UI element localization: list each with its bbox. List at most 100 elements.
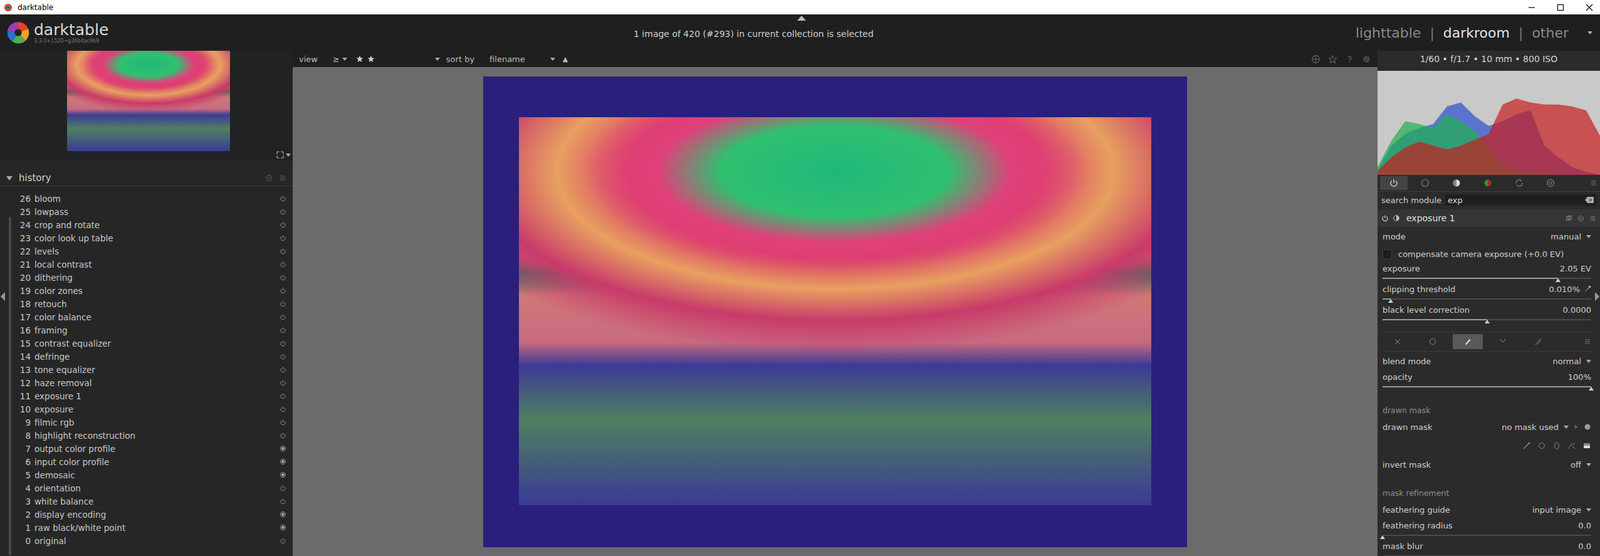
checkbox-box[interactable] bbox=[1382, 249, 1392, 259]
history-item[interactable]: 19color zones bbox=[11, 283, 293, 298]
history-item[interactable]: 0original bbox=[11, 533, 293, 548]
history-item[interactable]: 23color look up table bbox=[11, 231, 293, 245]
slider[interactable]: feathering radius0.0 bbox=[1382, 518, 1592, 540]
instance-icon[interactable] bbox=[1565, 214, 1573, 222]
sort-order[interactable]: ▲ bbox=[562, 55, 568, 64]
expand-icon[interactable] bbox=[6, 176, 13, 181]
dropdown[interactable]: invert maskoff bbox=[1382, 454, 1592, 474]
blend-tab[interactable] bbox=[1382, 334, 1413, 350]
slider[interactable]: mask blur0.0 bbox=[1382, 539, 1592, 556]
star-icon[interactable] bbox=[367, 55, 375, 63]
view-tab[interactable]: lighttable bbox=[1355, 25, 1421, 41]
clear-icon[interactable] bbox=[1584, 196, 1594, 204]
module-group-tab[interactable] bbox=[1536, 176, 1565, 190]
dropdown[interactable]: modemanual bbox=[1382, 226, 1592, 246]
rating-dropdown-icon[interactable] bbox=[434, 57, 440, 61]
gradient-shape-icon[interactable] bbox=[1582, 441, 1592, 450]
history-item[interactable]: 25lowpass bbox=[11, 204, 293, 219]
history-item[interactable]: 12haze removal bbox=[11, 376, 293, 390]
slider[interactable]: black level correction0.0000 bbox=[1382, 303, 1592, 325]
slider[interactable]: clipping threshold0.010% bbox=[1382, 282, 1592, 304]
slider-handle[interactable] bbox=[1484, 319, 1490, 324]
blend-tab[interactable] bbox=[1487, 334, 1518, 350]
history-item[interactable]: 13tone equalizer bbox=[11, 362, 293, 377]
history-item[interactable]: 1raw black/white point bbox=[11, 520, 293, 534]
module-group-tab[interactable] bbox=[1505, 176, 1533, 190]
zoom-icon[interactable] bbox=[276, 151, 284, 159]
history-item[interactable]: 24crop and rotate bbox=[11, 218, 293, 232]
history-item[interactable]: 7output color profile bbox=[11, 441, 293, 455]
presets-menu-icon[interactable] bbox=[278, 174, 287, 182]
navigation-thumbnail[interactable] bbox=[67, 50, 231, 152]
history-header[interactable]: history bbox=[0, 170, 293, 187]
history-item[interactable]: 15contrast equalizer bbox=[11, 336, 293, 350]
slider-track[interactable] bbox=[1382, 555, 1592, 556]
slider-track[interactable] bbox=[1382, 386, 1592, 388]
help-icon[interactable] bbox=[1344, 54, 1355, 64]
module-group-tab[interactable] bbox=[1474, 176, 1502, 190]
rating-filter[interactable] bbox=[355, 55, 375, 63]
history-item[interactable]: 11exposure 1 bbox=[11, 389, 293, 403]
rating-comparator[interactable]: ≥ bbox=[332, 54, 340, 64]
comparator-dropdown-icon[interactable] bbox=[342, 57, 348, 61]
history-item[interactable]: 9filmic rgb bbox=[11, 415, 293, 429]
gear-icon[interactable] bbox=[1361, 54, 1372, 64]
blend-tab[interactable] bbox=[1417, 334, 1448, 350]
history-item[interactable]: 18retouch bbox=[11, 297, 293, 311]
brush-icon[interactable] bbox=[1522, 441, 1532, 450]
sort-dropdown-icon[interactable] bbox=[550, 57, 556, 61]
maximize-icon[interactable] bbox=[1556, 3, 1565, 12]
star-outline-icon[interactable] bbox=[1328, 54, 1338, 64]
collapse-left-icon[interactable] bbox=[0, 292, 6, 301]
views-dropdown-icon[interactable] bbox=[1587, 31, 1593, 35]
slider-track[interactable] bbox=[1382, 277, 1592, 279]
sort-field[interactable]: filename bbox=[489, 54, 526, 64]
grid-icon[interactable] bbox=[1311, 54, 1321, 64]
history-item[interactable]: 21local contrast bbox=[11, 257, 293, 271]
mask-display-icon[interactable] bbox=[1583, 423, 1592, 431]
history-item[interactable]: 17color balance bbox=[11, 310, 293, 324]
slider[interactable]: opacity100% bbox=[1382, 370, 1592, 392]
slider-handle[interactable] bbox=[1388, 298, 1394, 303]
module-group-tab[interactable] bbox=[1411, 176, 1439, 190]
zoom-dropdown-icon[interactable] bbox=[285, 153, 291, 157]
blend-menu-icon[interactable] bbox=[1583, 337, 1592, 346]
history-item[interactable]: 2display encoding bbox=[11, 507, 293, 521]
history-item[interactable]: 6input color profile bbox=[11, 454, 293, 469]
slider-handle[interactable] bbox=[1380, 535, 1386, 539]
circle-shape-icon[interactable] bbox=[1537, 441, 1547, 450]
presets-menu-icon[interactable] bbox=[1589, 179, 1598, 187]
path-shape-icon[interactable] bbox=[1567, 441, 1577, 450]
module-group-tab[interactable] bbox=[1380, 176, 1408, 190]
ellipse-shape-icon[interactable] bbox=[1552, 441, 1562, 450]
history-item[interactable]: 16framing bbox=[11, 323, 293, 337]
history-item[interactable]: 4orientation bbox=[11, 481, 293, 495]
checkbox[interactable]: compensate camera exposure (+0.0 EV) bbox=[1382, 245, 1592, 262]
power-on-icon[interactable] bbox=[1381, 214, 1389, 222]
collapse-right-icon[interactable] bbox=[1594, 292, 1600, 301]
star-icon[interactable] bbox=[355, 55, 364, 63]
blend-tab[interactable] bbox=[1522, 334, 1553, 350]
blend-tab[interactable] bbox=[1452, 334, 1483, 350]
dropdown[interactable]: feathering guideinput image bbox=[1382, 500, 1592, 519]
color-picker-icon[interactable] bbox=[1583, 285, 1592, 293]
scrollbar[interactable] bbox=[8, 216, 12, 556]
slider[interactable]: exposure2.05 EV bbox=[1382, 261, 1592, 283]
minimize-icon[interactable] bbox=[1527, 3, 1537, 12]
history-item[interactable]: 8highlight reconstruction bbox=[11, 428, 293, 442]
history-item[interactable]: 14defringe bbox=[11, 349, 293, 363]
slider-track[interactable] bbox=[1382, 318, 1592, 321]
histogram[interactable] bbox=[1377, 70, 1600, 175]
slider-handle[interactable] bbox=[1555, 278, 1561, 283]
history-item[interactable]: 3white balance bbox=[11, 494, 293, 508]
view-tab[interactable]: other bbox=[1531, 25, 1569, 41]
history-item[interactable]: 5demosaic bbox=[11, 468, 293, 482]
slider-handle[interactable] bbox=[1588, 386, 1594, 391]
dropdown[interactable]: blend modenormal bbox=[1382, 351, 1592, 371]
drawn-mask-dropdown[interactable]: drawn maskno mask used bbox=[1382, 417, 1592, 437]
history-item[interactable]: 26bloom bbox=[11, 191, 293, 205]
history-item[interactable]: 20dithering bbox=[11, 270, 293, 284]
module-group-tab[interactable] bbox=[1442, 176, 1471, 190]
edited-image[interactable] bbox=[483, 76, 1187, 548]
compress-history-icon[interactable] bbox=[265, 174, 273, 182]
